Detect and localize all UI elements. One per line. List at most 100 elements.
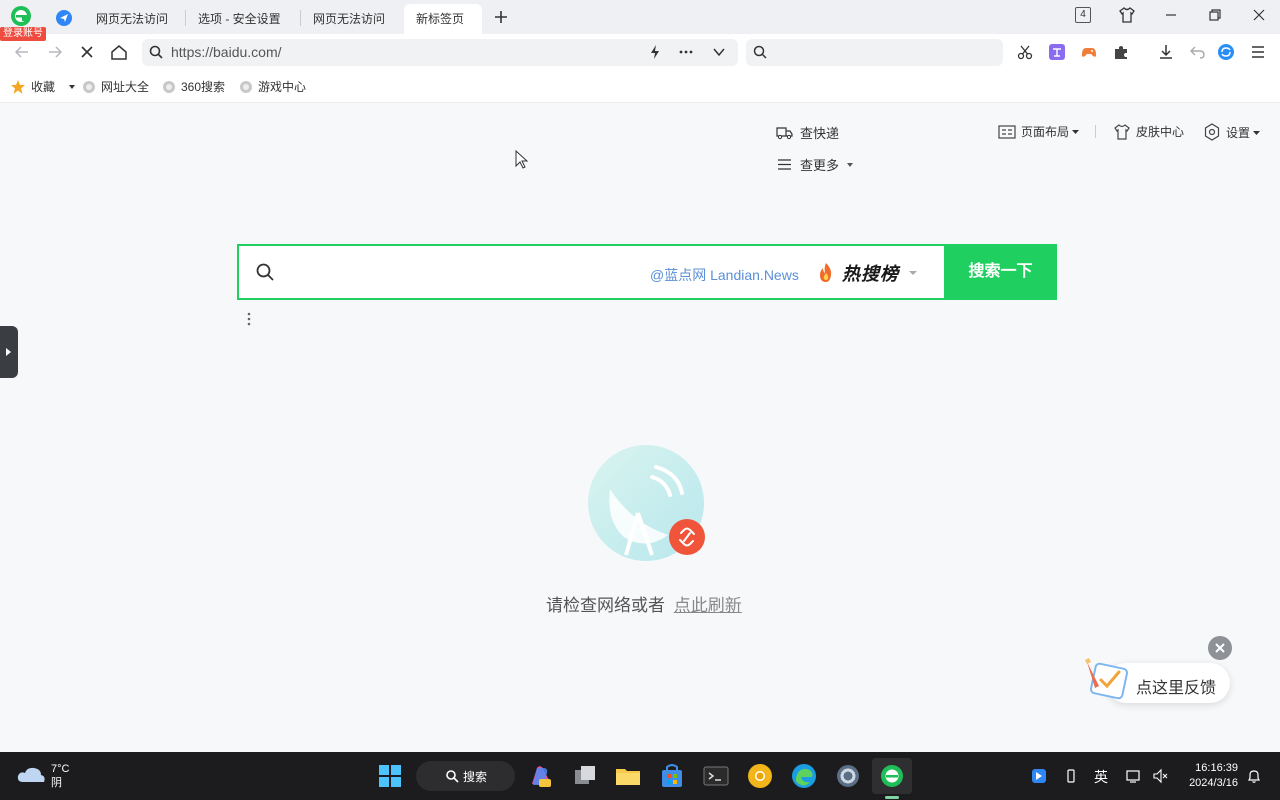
refresh-link[interactable]: 点此刷新	[674, 596, 742, 615]
volume-muted-icon[interactable]	[1152, 768, 1168, 784]
network-icon[interactable]	[1126, 768, 1142, 784]
tab-label: 选项 - 安全设置	[198, 12, 281, 26]
file-explorer-icon[interactable]	[614, 762, 642, 790]
tab-4-active[interactable]: 新标签页	[404, 4, 482, 34]
tab-2[interactable]: 选项 - 安全设置	[186, 4, 300, 34]
bookmark-item[interactable]: 网址大全	[82, 79, 149, 95]
hot-search-label: 热搜榜	[842, 264, 899, 284]
more-link[interactable]: 查更多	[776, 155, 855, 174]
settings-label: 设置	[1226, 125, 1251, 140]
side-search-input[interactable]	[746, 39, 1003, 66]
undo-icon[interactable]	[1189, 43, 1207, 61]
tray-app-icon[interactable]	[1031, 768, 1047, 784]
skin-shirt-icon[interactable]	[1118, 6, 1136, 24]
clock-date: 2024/3/16	[1189, 777, 1238, 789]
taskbar-search-label: 搜索	[463, 769, 488, 784]
download-icon[interactable]	[1157, 43, 1175, 61]
new-tab-page: 查快递 查更多 页面布局 皮肤中心 设置 @蓝点网 Landian.News 热…	[0, 103, 1280, 752]
hot-search-dropdown[interactable]: 热搜榜	[816, 260, 918, 286]
sync-icon[interactable]	[1217, 43, 1235, 61]
tab-label: 网页无法访问	[313, 12, 386, 26]
close-window-icon[interactable]	[1250, 6, 1268, 24]
login-badge[interactable]: 登录账号	[0, 27, 46, 41]
globe-icon	[163, 81, 175, 93]
stop-loading-icon[interactable]	[78, 43, 96, 61]
caret-down-icon	[847, 162, 854, 167]
task-view-icon[interactable]	[571, 762, 599, 790]
bookmark-label: 360搜索	[181, 80, 226, 94]
clock-time: 16:16:39	[1195, 762, 1238, 774]
copilot-icon[interactable]	[527, 762, 555, 790]
active-app-indicator	[885, 796, 899, 799]
caret-down-icon	[1072, 130, 1080, 134]
feedback-label: 点这里反馈	[1136, 680, 1217, 697]
tab-bar: 登录账号 网页无法访问 选项 - 安全设置 网页无法访问 新标签页 4	[0, 0, 1280, 41]
side-panel-handle[interactable]	[0, 326, 18, 378]
tab-3[interactable]: 网页无法访问	[301, 4, 403, 34]
close-feedback-icon[interactable]	[1208, 636, 1232, 660]
search-submit-button[interactable]: 搜索一下	[944, 244, 1057, 300]
taskbar-search[interactable]: 搜索	[416, 761, 515, 791]
list-icon	[778, 159, 791, 170]
usb-device-icon[interactable]	[1063, 768, 1079, 784]
skin-center-button[interactable]: 皮肤中心	[1113, 123, 1184, 140]
chevron-down-icon[interactable]	[711, 44, 727, 60]
express-link[interactable]: 查快递	[776, 123, 839, 142]
menu-icon[interactable]	[1249, 43, 1267, 61]
flame-icon	[820, 263, 832, 282]
more-dots-icon[interactable]	[678, 44, 694, 60]
lightning-icon[interactable]	[647, 44, 663, 60]
tab-label: 新标签页	[416, 12, 465, 26]
weather-widget[interactable]: 7°C 阴	[51, 762, 69, 790]
clock[interactable]: 16:16:39 2024/3/16	[1180, 761, 1238, 791]
chrome-canary-icon[interactable]	[746, 762, 774, 790]
tab-count-badge[interactable]: 4	[1075, 7, 1091, 23]
windows-start-icon[interactable]	[376, 762, 404, 790]
main-search-box: @蓝点网 Landian.News 热搜榜 搜索一下	[237, 244, 1057, 300]
new-tab-button[interactable]	[492, 8, 510, 26]
ime-indicator[interactable]: 英	[1094, 767, 1108, 787]
extensions-icon[interactable]	[1112, 43, 1130, 61]
more-options-icon[interactable]	[244, 311, 254, 327]
browser-logo-icon[interactable]	[8, 4, 34, 28]
url-text[interactable]: https://baidu.com/	[171, 44, 282, 61]
tab-1[interactable]: 网页无法访问	[84, 4, 184, 34]
caret-down-icon	[1253, 130, 1261, 135]
bookmark-item[interactable]: 游戏中心	[239, 79, 306, 95]
gamepad-icon[interactable]	[1080, 43, 1098, 61]
address-bar[interactable]: https://baidu.com/	[142, 39, 738, 66]
notification-bell-icon[interactable]	[1246, 768, 1262, 784]
address-toolbar: https://baidu.com/	[0, 34, 1280, 70]
restore-icon[interactable]	[1206, 6, 1224, 24]
store-icon[interactable]	[658, 762, 686, 790]
satellite-dish-offline-icon	[586, 443, 710, 567]
favorites-button[interactable]: 收藏	[10, 79, 77, 95]
scissors-icon[interactable]	[1016, 43, 1034, 61]
globe-icon	[83, 81, 95, 93]
main-search-input[interactable]	[287, 254, 642, 292]
settings-button[interactable]: 设置	[1203, 123, 1261, 141]
settings-app-icon[interactable]	[834, 762, 862, 790]
bookmark-item[interactable]: 360搜索	[162, 79, 225, 95]
pinned-tab-icon[interactable]	[55, 9, 73, 27]
cloud-icon[interactable]	[16, 764, 46, 786]
search-icon	[446, 770, 459, 783]
minimize-icon[interactable]	[1162, 6, 1180, 24]
back-icon[interactable]	[13, 43, 31, 61]
pencil-notepad-icon	[1083, 656, 1133, 702]
translate-icon[interactable]	[1048, 43, 1066, 61]
edge-icon[interactable]	[790, 762, 818, 790]
divider	[1095, 125, 1096, 138]
favorites-label: 收藏	[31, 80, 56, 94]
error-message-row: 请检查网络或者 点此刷新	[546, 591, 742, 616]
page-layout-button[interactable]: 页面布局	[998, 123, 1080, 140]
truck-icon	[776, 127, 793, 140]
mouse-cursor-icon	[515, 150, 529, 170]
bookmark-label: 网址大全	[101, 80, 150, 94]
360-browser-icon[interactable]	[878, 762, 906, 790]
search-icon	[148, 44, 164, 60]
bookmark-bar: 收藏 网址大全 360搜索 游戏中心	[0, 70, 1280, 103]
home-icon[interactable]	[110, 43, 128, 61]
forward-icon[interactable]	[46, 43, 64, 61]
terminal-icon[interactable]	[702, 762, 730, 790]
